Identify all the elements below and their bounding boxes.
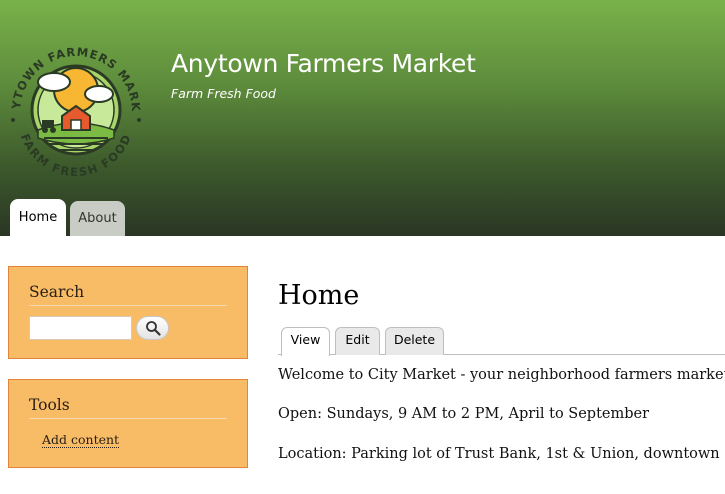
tab-view[interactable]: View <box>281 327 330 356</box>
site-name[interactable]: Anytown Farmers Market <box>171 49 476 78</box>
page-title: Home <box>278 280 360 311</box>
search-button[interactable] <box>136 316 169 340</box>
search-block-title: Search <box>29 283 85 301</box>
tab-delete[interactable]: Delete <box>385 327 444 355</box>
content-paragraph: Location: Parking lot of Trust Bank, 1st… <box>278 446 720 462</box>
site-header: ANYTOWN FARMERS MARKET FARM FRESH FOOD A… <box>0 0 725 236</box>
tab-home[interactable]: Home <box>10 199 66 236</box>
search-input[interactable] <box>29 316 132 340</box>
site-slogan: Farm Fresh Food <box>171 86 276 101</box>
search-icon <box>145 321 161 336</box>
tab-about[interactable]: About <box>70 201 125 236</box>
tools-block: Tools Add content <box>8 379 248 468</box>
tools-block-title: Tools <box>29 396 70 414</box>
search-block: Search <box>8 266 248 359</box>
divider <box>29 418 227 419</box>
content-paragraph: Welcome to City Market - your neighborho… <box>278 367 725 383</box>
content-paragraph: Open: Sundays, 9 AM to 2 PM, April to Se… <box>278 406 650 422</box>
tab-edit[interactable]: Edit <box>335 327 380 355</box>
site-logo[interactable]: ANYTOWN FARMERS MARKET FARM FRESH FOOD <box>4 38 148 182</box>
divider <box>29 305 227 306</box>
add-content-link[interactable]: Add content <box>42 433 120 448</box>
